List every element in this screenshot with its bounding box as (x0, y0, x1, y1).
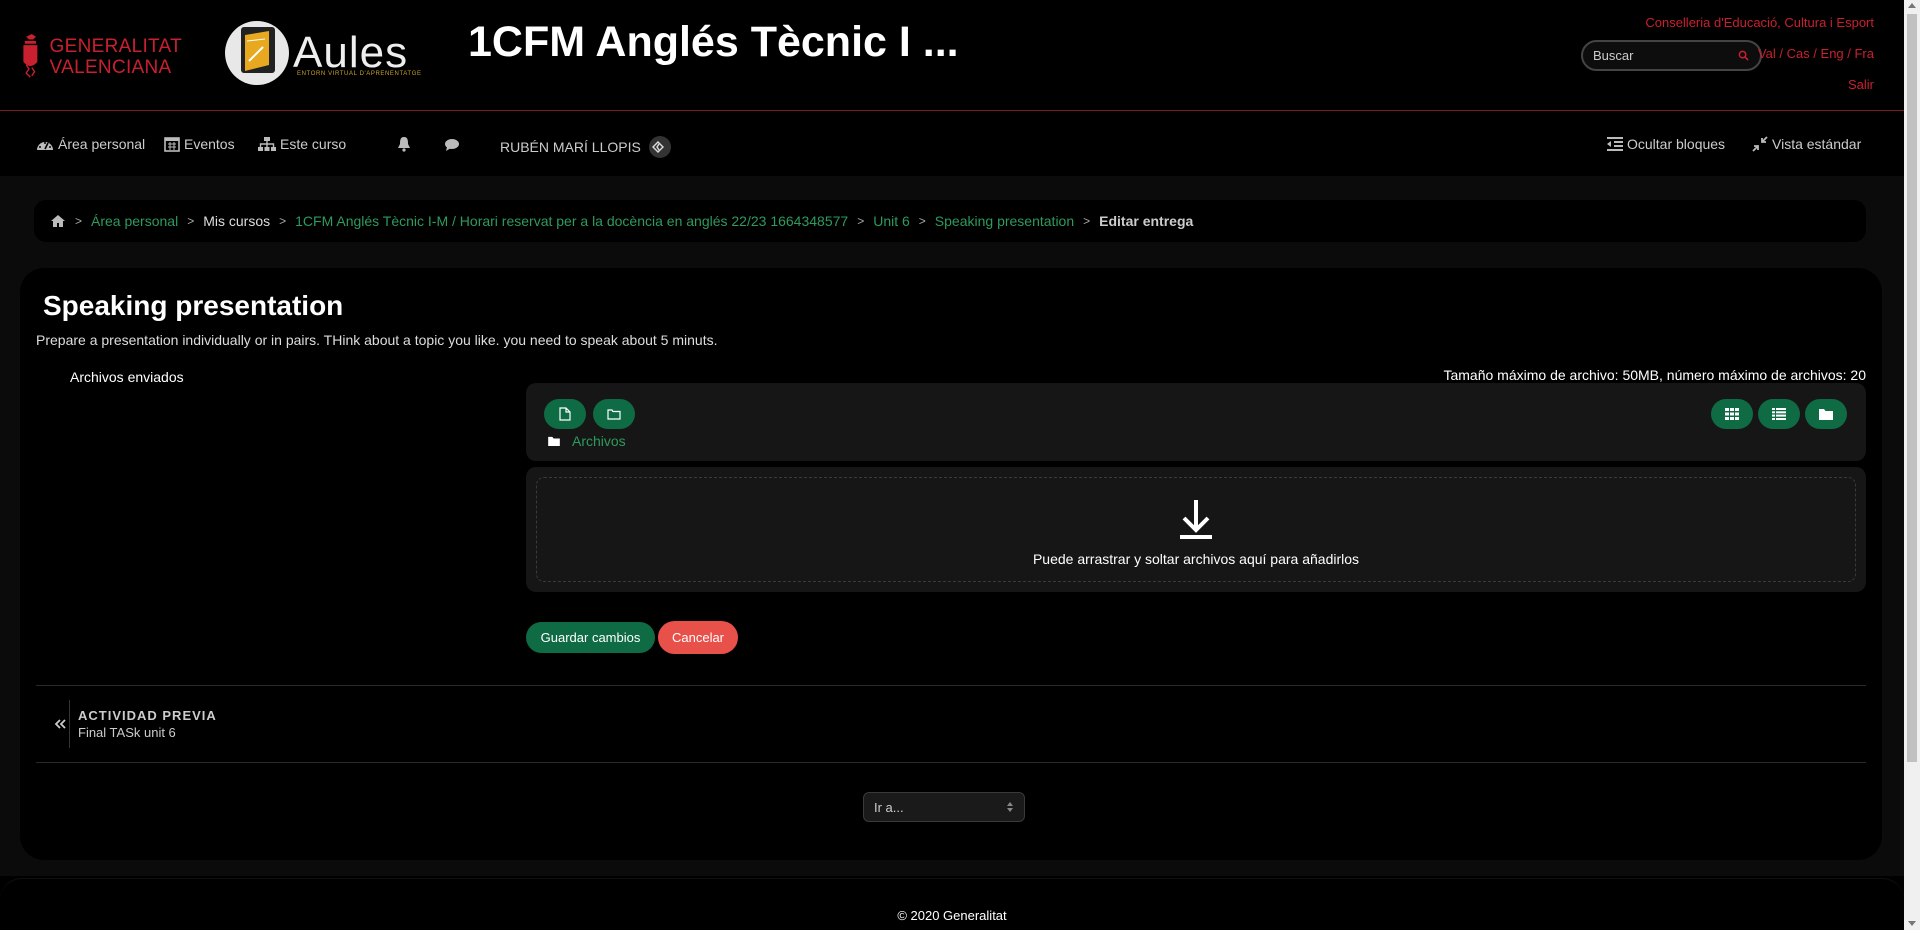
aules-wordmark: Aules (293, 28, 409, 77)
aules-book-icon (225, 21, 289, 85)
cancel-button[interactable]: Cancelar (658, 621, 738, 654)
breadcrumb-my-courses: Mis cursos (203, 213, 271, 229)
breadcrumb-current: Editar entrega (1099, 213, 1194, 229)
search-input[interactable] (1593, 48, 1733, 63)
notifications-button[interactable] (397, 136, 415, 152)
language-selector[interactable]: Val / Cas / Eng / Fra (1758, 46, 1874, 61)
standard-view-label: Vista estándar (1772, 136, 1862, 152)
main-navbar: Área personal Eventos Este curso RUBÉN M… (0, 112, 1904, 176)
nav-this-course-label: Este curso (280, 136, 347, 152)
breadcrumb-separator: > (857, 214, 865, 228)
breadcrumb-dashboard[interactable]: Área personal (91, 213, 178, 229)
folder-path-root[interactable]: Archivos (572, 433, 626, 449)
compress-icon (1752, 136, 1768, 152)
outdent-icon (1607, 137, 1623, 151)
breadcrumb-separator: > (279, 214, 287, 228)
folder-path: Archivos (548, 433, 626, 449)
scrollbar-thumb[interactable] (1907, 14, 1917, 762)
nav-this-course[interactable]: Este curso (258, 136, 346, 152)
select-arrows-icon (1007, 802, 1013, 812)
page-scrollbar[interactable] (1904, 0, 1920, 930)
previous-activity-link[interactable]: ACTIVIDAD PREVIA Final TASk unit 6 (50, 700, 217, 748)
dashboard-icon (37, 142, 53, 150)
copyright-text: © 2020 Generalitat (897, 908, 1007, 923)
add-file-button[interactable] (544, 399, 586, 429)
course-title: 1CFM Anglés Tècnic I ... (468, 18, 959, 66)
page-title: Speaking presentation (43, 290, 344, 321)
divider (36, 685, 1866, 686)
file-dropzone-container: Puede arrastrar y soltar archivos aquí p… (526, 467, 1866, 592)
file-dropzone[interactable]: Puede arrastrar y soltar archivos aquí p… (536, 477, 1856, 582)
view-list-button[interactable] (1758, 399, 1800, 429)
download-arrow-icon (1180, 500, 1212, 539)
submitted-files-label: Archivos enviados (70, 369, 184, 385)
user-menu[interactable]: RUBÉN MARÍ LLOPIS (500, 136, 671, 158)
jump-to-select[interactable]: Ir a... (863, 792, 1025, 822)
nav-events-label: Eventos (184, 136, 235, 152)
nav-dashboard[interactable]: Área personal (36, 136, 145, 152)
list-icon (1772, 408, 1786, 420)
save-changes-button[interactable]: Guardar cambios (526, 622, 655, 653)
view-tree-button[interactable] (1805, 399, 1847, 429)
divider (36, 762, 1866, 763)
sitemap-icon (258, 137, 276, 151)
scroll-up-arrow-icon[interactable] (1908, 3, 1916, 8)
user-avatar-icon (648, 136, 671, 158)
grid-icon (1725, 408, 1739, 420)
site-footer: © 2020 Generalitat (0, 878, 1904, 930)
previous-activity-name: Final TASk unit 6 (78, 725, 176, 740)
file-picker-toolbar: Archivos (526, 383, 1866, 461)
nav-dashboard-label: Área personal (58, 136, 146, 152)
breadcrumb-separator: > (187, 214, 195, 228)
aules-logo[interactable]: Aules ENTORN VIRTUAL D'APRENENTATGE (225, 21, 421, 85)
breadcrumb-separator: > (1083, 214, 1091, 228)
standard-view-button[interactable]: Vista estándar (1752, 136, 1861, 152)
search-icon[interactable] (1738, 50, 1749, 61)
gv-logo-line-2: VALENCIANA (49, 57, 172, 78)
breadcrumb-activity[interactable]: Speaking presentation (935, 213, 1074, 229)
site-header: GENERALITAT VALENCIANA Aules ENTORN VIRT… (0, 0, 1904, 111)
breadcrumb-separator: > (918, 214, 926, 228)
search-box (1581, 40, 1762, 71)
file-icon (559, 407, 571, 421)
gv-logo-line-1: GENERALITAT (49, 36, 182, 57)
logout-link[interactable]: Salir (1848, 77, 1874, 92)
previous-activity-label: ACTIVIDAD PREVIA (78, 708, 217, 723)
scroll-down-arrow-icon[interactable] (1908, 921, 1916, 926)
view-icons-button[interactable] (1711, 399, 1753, 429)
breadcrumb-separator: > (75, 214, 83, 228)
double-chevron-left-icon (50, 700, 70, 748)
max-file-size-info: Tamaño máximo de archivo: 50MB, número m… (1443, 367, 1866, 383)
main-content-card: Speaking presentation Prepare a presenta… (20, 268, 1882, 860)
hide-blocks-button[interactable]: Ocultar bloques (1607, 136, 1725, 152)
calendar-icon (164, 137, 180, 152)
home-icon[interactable] (50, 214, 66, 228)
nav-events[interactable]: Eventos (164, 136, 235, 152)
assignment-intro: Prepare a presentation individually or i… (36, 332, 718, 348)
folder-solid-icon (1819, 409, 1833, 420)
breadcrumb-unit[interactable]: Unit 6 (873, 213, 910, 229)
user-name: RUBÉN MARÍ LLOPIS (500, 139, 641, 155)
messages-button[interactable] (444, 138, 464, 152)
bell-icon (398, 137, 410, 152)
aules-subtitle: ENTORN VIRTUAL D'APRENENTATGE (297, 71, 422, 77)
folder-solid-icon (548, 436, 560, 446)
create-folder-button[interactable] (593, 399, 635, 429)
folder-icon (607, 409, 621, 420)
jump-to-value: Ir a... (874, 799, 904, 815)
conselleria-link[interactable]: Conselleria d'Educació, Cultura i Esport (1645, 15, 1874, 30)
breadcrumb: > Área personal > Mis cursos > 1CFM Angl… (34, 200, 1866, 242)
chat-bubble-icon (445, 139, 459, 151)
generalitat-logo[interactable]: GENERALITAT VALENCIANA (22, 22, 182, 92)
breadcrumb-course[interactable]: 1CFM Anglés Tècnic I-M / Horari reservat… (295, 213, 848, 229)
generalitat-emblem-icon (23, 33, 38, 78)
hide-blocks-label: Ocultar bloques (1627, 136, 1726, 152)
dropzone-text: Puede arrastrar y soltar archivos aquí p… (1032, 551, 1360, 567)
